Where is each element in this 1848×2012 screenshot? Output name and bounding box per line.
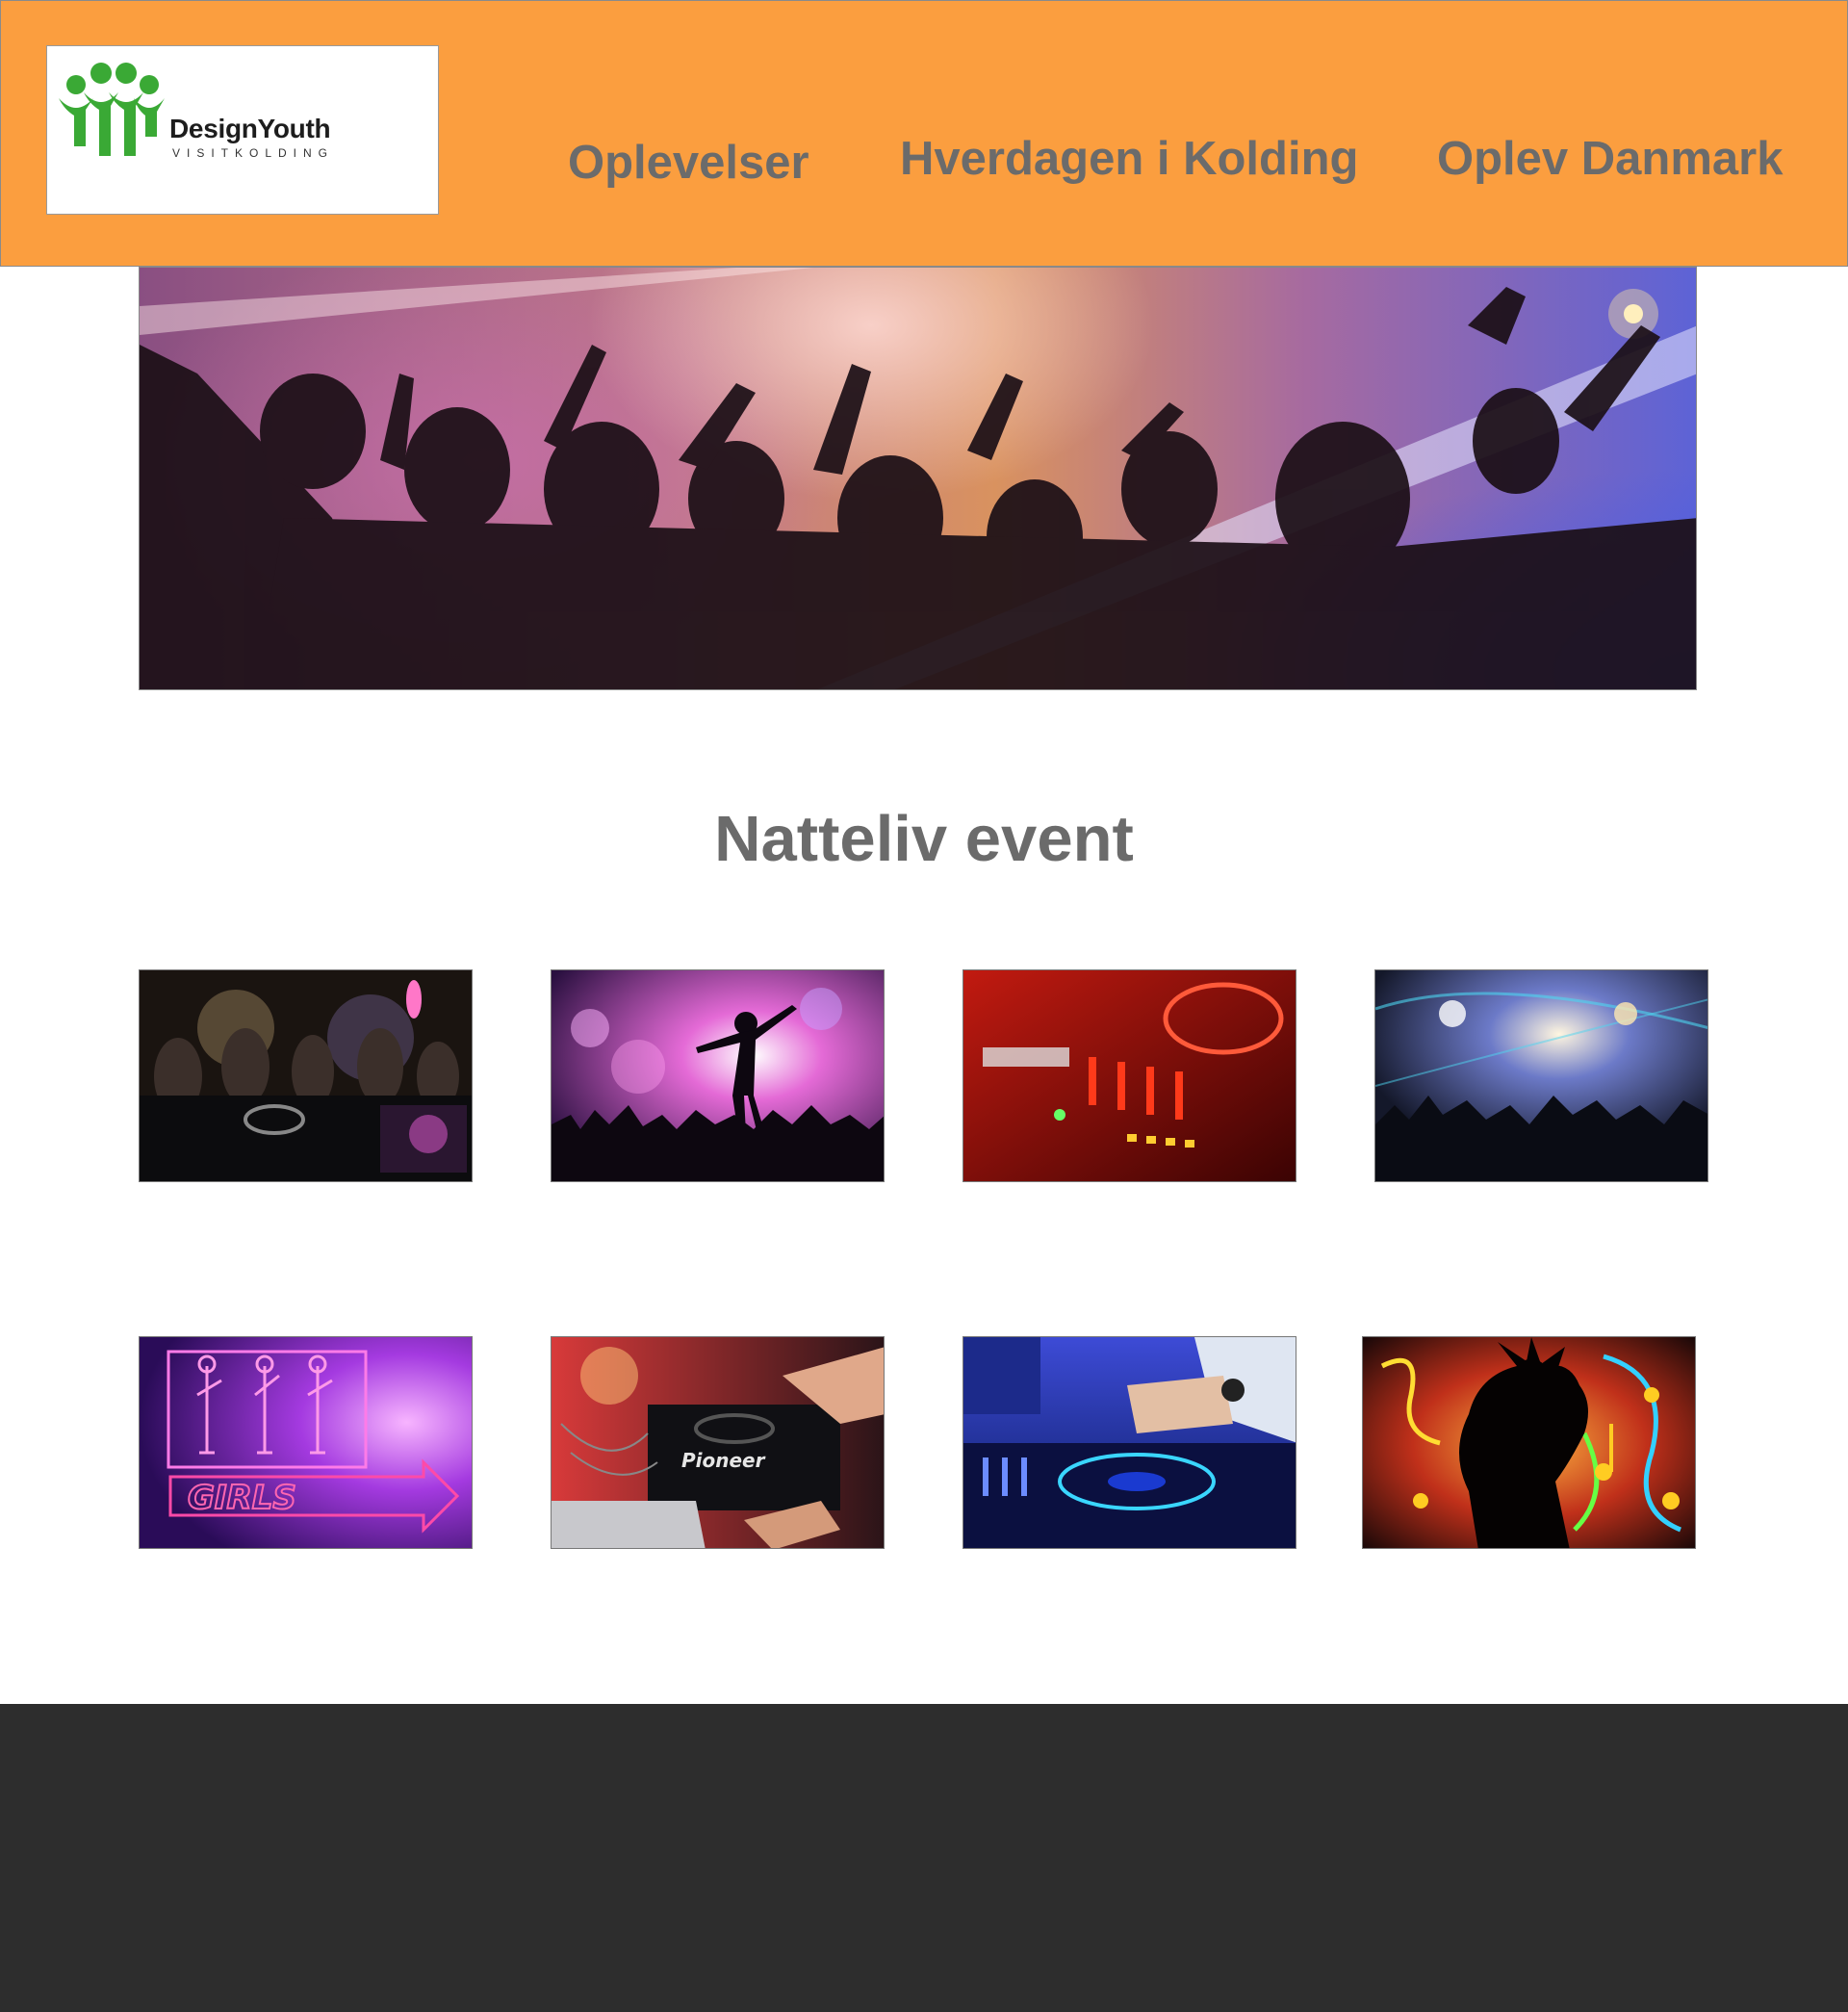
girls-sign-text: GIRLS xyxy=(188,1479,296,1517)
logo-subtitle: VISITKOLDING xyxy=(172,146,335,160)
logo[interactable]: DesignYouth VISITKOLDING xyxy=(46,45,439,215)
gallery-image-concert-crowd-blue[interactable] xyxy=(1374,969,1708,1182)
gallery-image-girls-neon-sign[interactable]: GIRLS xyxy=(139,1336,473,1549)
site-footer xyxy=(0,1704,1848,2012)
pioneer-brand-text: Pioneer xyxy=(681,1449,766,1472)
nav-link-oplevelser[interactable]: Oplevelser xyxy=(568,136,809,190)
gallery-image-music-notes-silhouette[interactable] xyxy=(1362,1336,1696,1549)
hero-crowd-silhouette xyxy=(140,268,1696,689)
gallery-image-club-dj-crowd[interactable] xyxy=(139,969,473,1182)
site-header: DesignYouth VISITKOLDING Oplevelser Hver… xyxy=(0,0,1848,267)
gallery-image-pioneer-dj-controller[interactable]: Pioneer xyxy=(551,1336,885,1549)
people-logo-icon xyxy=(59,63,165,156)
logo-name: DesignYouth xyxy=(169,114,331,143)
gallery-image-red-dj-mixer[interactable] xyxy=(962,969,1296,1182)
nav-link-hverdagen-i-kolding[interactable]: Hverdagen i Kolding xyxy=(900,132,1358,186)
page-title: Natteliv event xyxy=(714,803,1134,875)
gallery-image-dancer-silhouette[interactable] xyxy=(551,969,885,1182)
hero-image-nightclub-crowd xyxy=(139,267,1697,690)
nav-link-oplev-danmark[interactable]: Oplev Danmark xyxy=(1437,132,1784,186)
gallery-image-blue-dj-turntable[interactable] xyxy=(962,1336,1296,1549)
